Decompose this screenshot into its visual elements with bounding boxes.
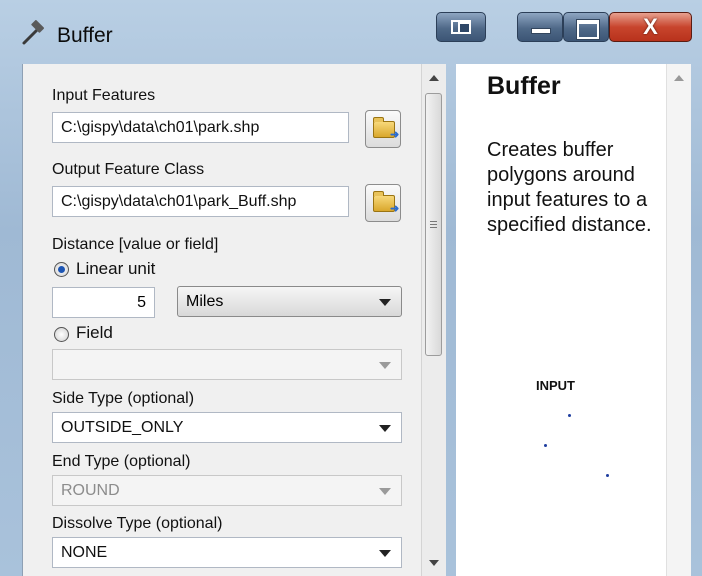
help-description: Creates buffer polygons around input fea…	[487, 139, 652, 236]
diagram-input-label: INPUT	[536, 378, 575, 393]
help-panel: Buffer Creates buffer polygons around in…	[456, 64, 666, 576]
maximize-icon	[577, 20, 599, 39]
dissolve-type-label: Dissolve Type (optional)	[52, 515, 223, 532]
linear-unit-radio[interactable]	[54, 262, 69, 277]
grip-line	[430, 227, 437, 228]
field-dropdown[interactable]	[52, 349, 402, 380]
scroll-up-icon[interactable]	[429, 75, 439, 81]
parameters-scrollbar[interactable]	[421, 64, 446, 576]
window-title: Buffer	[57, 24, 113, 47]
distance-value-field[interactable]: 5	[52, 287, 155, 318]
minimize-button[interactable]	[517, 12, 563, 42]
end-type-label: End Type (optional)	[52, 453, 191, 470]
side-type-value: OUTSIDE_ONLY	[61, 419, 184, 436]
open-folder-icon: ➜	[373, 191, 399, 215]
dissolve-type-dropdown[interactable]: NONE	[52, 537, 402, 568]
minimize-icon	[532, 29, 550, 33]
parameters-panel: Input Features C:\gispy\data\ch01\park.s…	[22, 64, 422, 576]
hammer-icon	[22, 20, 44, 45]
chevron-down-icon	[379, 362, 391, 369]
linear-unit-label: Linear unit	[76, 259, 156, 278]
grip-line	[430, 224, 437, 225]
chevron-down-icon	[379, 550, 391, 557]
scroll-up-icon[interactable]	[674, 75, 684, 81]
side-type-dropdown[interactable]: OUTSIDE_ONLY	[52, 412, 402, 443]
help-scrollbar[interactable]	[666, 64, 691, 576]
input-features-browse-button[interactable]: ➜	[365, 110, 401, 148]
input-point	[544, 444, 547, 447]
close-button[interactable]: X	[609, 12, 692, 42]
open-folder-icon: ➜	[373, 117, 399, 141]
scrollbar-thumb[interactable]	[425, 93, 442, 356]
buffer-tool-window: Buffer X Input Features C:\gispy\data\ch…	[0, 0, 702, 576]
end-type-dropdown[interactable]: ROUND	[52, 475, 402, 506]
output-feature-class-field[interactable]: C:\gispy\data\ch01\park_Buff.shp	[52, 186, 349, 217]
maximize-button[interactable]	[563, 12, 609, 42]
chevron-down-icon	[379, 488, 391, 495]
input-features-label: Input Features	[52, 87, 156, 104]
distance-label: Distance [value or field]	[52, 236, 219, 253]
window-icon	[451, 20, 471, 34]
scroll-down-icon[interactable]	[429, 560, 439, 566]
chevron-down-icon	[379, 425, 391, 432]
grip-line	[430, 221, 437, 222]
field-label: Field	[76, 323, 113, 342]
distance-unit-dropdown[interactable]: Miles	[177, 286, 402, 317]
chevron-down-icon	[379, 299, 391, 306]
end-type-value: ROUND	[61, 482, 120, 499]
help-title: Buffer	[487, 72, 561, 100]
output-feature-class-browse-button[interactable]: ➜	[365, 184, 401, 222]
distance-unit-value: Miles	[186, 293, 224, 310]
output-feature-class-label: Output Feature Class	[52, 161, 205, 178]
window-mode-button[interactable]	[436, 12, 486, 42]
title-bar[interactable]: Buffer X	[0, 0, 702, 64]
input-point	[606, 474, 609, 477]
side-type-label: Side Type (optional)	[52, 390, 195, 407]
dissolve-type-value: NONE	[61, 544, 108, 561]
field-radio[interactable]	[54, 327, 69, 342]
input-point	[568, 414, 571, 417]
input-features-field[interactable]: C:\gispy\data\ch01\park.shp	[52, 112, 349, 143]
close-icon: X	[643, 14, 658, 39]
